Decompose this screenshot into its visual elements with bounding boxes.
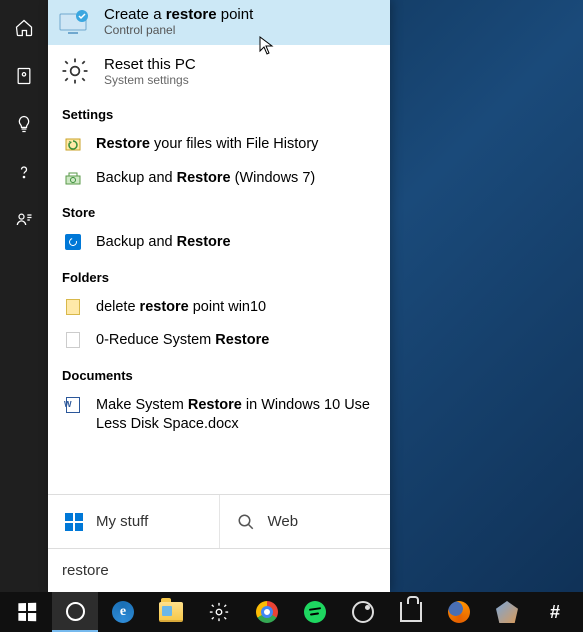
- result-item[interactable]: Backup and Restore (Windows 7): [48, 162, 390, 196]
- scope-label: My stuff: [96, 513, 148, 530]
- result-item[interactable]: Backup and Restore: [48, 226, 390, 260]
- category-header-folders: Folders: [48, 260, 390, 291]
- result-item[interactable]: Reset this PC System settings: [48, 45, 390, 97]
- result-item[interactable]: delete restore point win10: [48, 291, 390, 325]
- chrome-button[interactable]: [244, 592, 290, 632]
- scope-mystuff[interactable]: My stuff: [48, 495, 219, 548]
- store-app-icon: [64, 233, 82, 251]
- app-button[interactable]: [484, 592, 530, 632]
- result-best-match[interactable]: Create a restore point Control panel: [48, 0, 390, 45]
- notebook-icon[interactable]: [14, 66, 34, 86]
- home-icon[interactable]: [14, 18, 34, 38]
- cortana-rail: [0, 0, 48, 592]
- category-header-settings: Settings: [48, 97, 390, 128]
- slack-button[interactable]: #: [532, 592, 578, 632]
- word-doc-icon: [64, 396, 82, 414]
- restore-icon: [64, 135, 82, 153]
- search-box[interactable]: [48, 548, 390, 592]
- spotify-button[interactable]: [292, 592, 338, 632]
- result-item[interactable]: 0-Reduce System Restore: [48, 324, 390, 358]
- gear-icon: [58, 55, 92, 87]
- folder-icon: [64, 331, 82, 349]
- lightbulb-icon[interactable]: [14, 114, 34, 134]
- category-header-store: Store: [48, 195, 390, 226]
- store-button[interactable]: [388, 592, 434, 632]
- windows-icon: [64, 512, 84, 532]
- explorer-button[interactable]: [148, 592, 194, 632]
- taskbar: #: [0, 592, 583, 632]
- search-input[interactable]: [62, 562, 376, 579]
- folder-icon: [64, 298, 82, 316]
- feedback-icon[interactable]: [14, 210, 34, 230]
- result-item[interactable]: Make System Restore in Windows 10 Use Le…: [48, 389, 390, 442]
- start-button[interactable]: [4, 592, 50, 632]
- scope-label: Web: [268, 513, 299, 530]
- result-item[interactable]: Restore your files with File History: [48, 128, 390, 162]
- result-text: Create a restore point Control panel: [104, 6, 253, 37]
- search-icon: [236, 512, 256, 532]
- scope-web[interactable]: Web: [219, 495, 391, 548]
- result-text: Reset this PC System settings: [104, 56, 196, 87]
- cortana-button[interactable]: [52, 592, 98, 632]
- category-header-documents: Documents: [48, 358, 390, 389]
- search-panel: Create a restore point Control panel Res…: [48, 0, 390, 592]
- backup-icon: [64, 169, 82, 187]
- scope-tabs: My stuff Web: [48, 494, 390, 548]
- help-icon[interactable]: [14, 162, 34, 182]
- media-button[interactable]: [340, 592, 386, 632]
- edge-button[interactable]: [100, 592, 146, 632]
- firefox-button[interactable]: [436, 592, 482, 632]
- system-restore-icon: [58, 7, 92, 37]
- settings-button[interactable]: [196, 592, 242, 632]
- search-results: Create a restore point Control panel Res…: [48, 0, 390, 494]
